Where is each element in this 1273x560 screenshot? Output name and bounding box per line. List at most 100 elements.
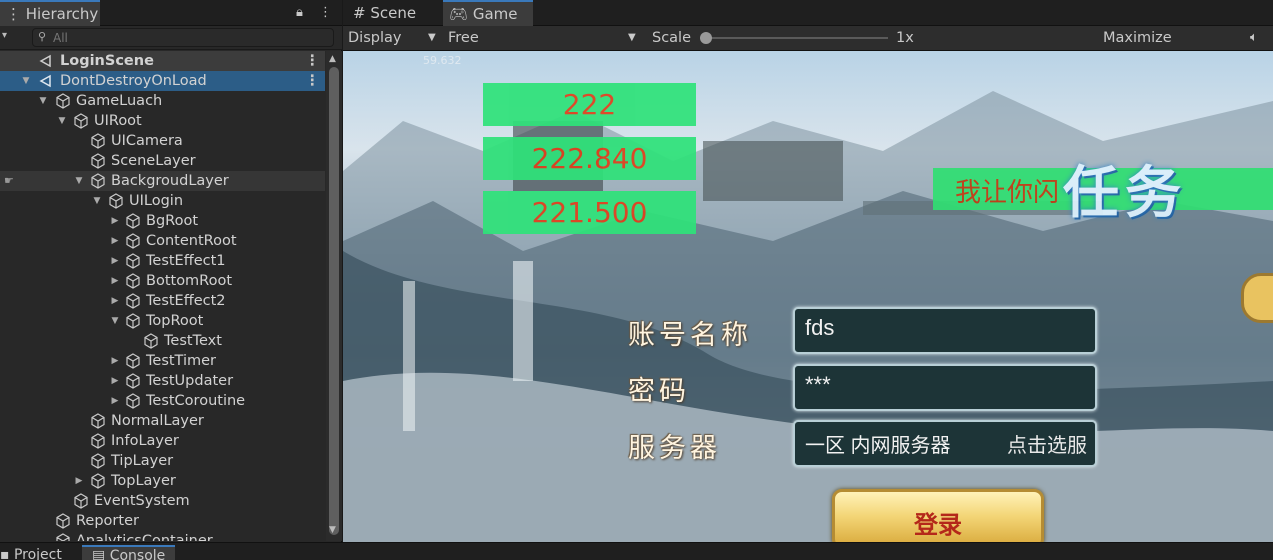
tree-item-bottomroot[interactable]: ▶ BottomRoot (0, 271, 325, 291)
audio-mute-icon[interactable]: 🔈︎ (1250, 26, 1258, 50)
tree-item-testupdater[interactable]: ▶ TestUpdater (0, 371, 325, 391)
gameobject-cube-icon (143, 333, 159, 349)
expand-arrow-icon[interactable]: ▼ (37, 91, 49, 111)
tree-item-gameluach[interactable]: ▼ GameLuach (0, 91, 325, 111)
tree-item-analyticscontainer[interactable]: AnalyticsContainer (0, 531, 325, 541)
grid-icon: # (353, 4, 366, 22)
tree-item-backgroudlayer[interactable]: ☛ ▼ BackgroudLayer (0, 171, 325, 191)
gameobject-cube-icon (125, 373, 141, 389)
login-button[interactable]: 登录 (832, 489, 1044, 542)
tree-item-toproot[interactable]: ▼ TopRoot (0, 311, 325, 331)
tree-item-label: NormalLayer (111, 413, 204, 429)
folder-icon: ▪ (0, 547, 10, 560)
collapse-arrow-icon[interactable]: ▶ (109, 231, 121, 251)
tree-item-uiroot[interactable]: ▼ UIRoot (0, 111, 325, 131)
tab-project-label: Project (13, 547, 62, 560)
gameobject-cube-icon (90, 153, 106, 169)
expand-arrow-icon[interactable]: ▼ (56, 111, 68, 131)
collapse-arrow-icon[interactable]: ▶ (109, 211, 121, 231)
tree-item-label: TestEffect1 (146, 253, 226, 269)
tree-item-infolayer[interactable]: InfoLayer (0, 431, 325, 451)
gameobject-cube-icon (125, 213, 141, 229)
tree-item-scenelayer[interactable]: SceneLayer (0, 151, 325, 171)
tab-scene[interactable]: # Scene (349, 0, 433, 26)
hierarchy-scrollbar[interactable]: ▲ ▼ (326, 51, 342, 541)
banner-title: 任务 (1063, 160, 1187, 226)
tab-scene-label: Scene (370, 4, 417, 22)
tree-item-label: TestEffect2 (146, 293, 226, 309)
tab-console[interactable]: ▤ Console (82, 545, 176, 560)
console-icon: ▤ (92, 548, 106, 560)
gameobject-cube-icon (90, 133, 106, 149)
scrollbar-thumb[interactable] (329, 67, 339, 535)
tree-item-label: BgRoot (146, 213, 199, 229)
account-label: 账号名称 (628, 320, 752, 351)
collapse-arrow-icon[interactable]: ▶ (109, 371, 121, 391)
scene-menu-icon[interactable]: ⋮ (305, 51, 320, 71)
collapse-arrow-icon[interactable]: ▶ (109, 251, 121, 271)
scale-slider-handle[interactable] (700, 32, 712, 44)
password-value: *** (805, 372, 831, 397)
gameobject-cube-icon (125, 273, 141, 289)
number-display: 222.840 (483, 137, 696, 180)
gamepad-icon: 🎮︎ (449, 5, 469, 23)
server-select[interactable]: 一区 内网服务器 点击选服 (793, 420, 1097, 467)
account-field[interactable]: fds (793, 307, 1097, 354)
tree-item-testtext[interactable]: TestText (0, 331, 325, 351)
create-dropdown-button[interactable]: ▾ (2, 30, 7, 41)
search-input[interactable] (53, 30, 323, 45)
tree-item-label: AnalyticsContainer (76, 533, 213, 541)
tree-item-testtimer[interactable]: ▶ TestTimer (0, 351, 325, 371)
scene-row-dontdestroyonload[interactable]: ▼ DontDestroyOnLoad ⋮ (0, 71, 325, 91)
expand-arrow-icon[interactable]: ▼ (109, 311, 121, 331)
tree-item-label: DontDestroyOnLoad (60, 73, 207, 89)
game-panel: # Scene 🎮︎ Game Display 1 ▼ Free Aspect … (343, 0, 1273, 542)
tree-item-tiplayer[interactable]: TipLayer (0, 451, 325, 471)
gameobject-cube-icon (125, 233, 141, 249)
hierarchy-search[interactable]: ⚲ (32, 28, 334, 47)
scroll-down-icon[interactable]: ▼ (329, 525, 336, 535)
tree-item-contentroot[interactable]: ▶ ContentRoot (0, 231, 325, 251)
panel-menu-icon[interactable]: ⋮ (319, 0, 332, 26)
tab-hierarchy[interactable]: ⋮ Hierarchy (0, 0, 100, 26)
tab-game[interactable]: 🎮︎ Game (443, 0, 533, 26)
scale-label: Scale (652, 30, 692, 46)
server-value: 一区 内网服务器 (805, 435, 951, 457)
collapse-arrow-icon[interactable]: ▶ (109, 351, 121, 371)
scroll-up-icon[interactable]: ▲ (329, 54, 336, 64)
tree-item-normallayer[interactable]: NormalLayer (0, 411, 325, 431)
password-field[interactable]: *** (793, 364, 1097, 411)
tree-item-eventsystem[interactable]: EventSystem (0, 491, 325, 511)
tree-item-label: ContentRoot (146, 233, 237, 249)
tree-item-testeffect1[interactable]: ▶ TestEffect1 (0, 251, 325, 271)
tree-item-testcoroutine[interactable]: ▶ TestCoroutine (0, 391, 325, 411)
tree-item-uilogin[interactable]: ▼ UILogin (0, 191, 325, 211)
lock-icon[interactable]: 🔒︎ (296, 0, 303, 26)
collapse-arrow-icon[interactable]: ▶ (73, 471, 85, 491)
scene-menu-icon[interactable]: ⋮ (305, 71, 320, 91)
tree-item-testeffect2[interactable]: ▶ TestEffect2 (0, 291, 325, 311)
gameobject-cube-icon (125, 393, 141, 409)
tree-item-uicamera[interactable]: UICamera (0, 131, 325, 151)
game-viewport[interactable]: 59.632 222 222.840 221.500 我让你闪 任务 账号名称 … (343, 51, 1273, 542)
expand-arrow-icon[interactable]: ▼ (20, 71, 32, 91)
expand-arrow-icon[interactable]: ▼ (91, 191, 103, 211)
tree-item-label: Reporter (76, 513, 139, 529)
tab-project[interactable]: ▪ Project (0, 547, 62, 560)
tree-item-label: TestUpdater (146, 373, 234, 389)
scale-slider-track[interactable] (705, 37, 888, 39)
tree-item-reporter[interactable]: Reporter (0, 511, 325, 531)
tree-item-label: TestText (164, 333, 222, 349)
collapse-arrow-icon[interactable]: ▶ (109, 291, 121, 311)
hierarchy-tab-label: Hierarchy (25, 5, 99, 23)
collapse-arrow-icon[interactable]: ▶ (109, 391, 121, 411)
expand-arrow-icon[interactable]: ▼ (73, 171, 85, 191)
collapse-arrow-icon[interactable]: ▶ (109, 271, 121, 291)
tree-item-bgroot[interactable]: ▶ BgRoot (0, 211, 325, 231)
scene-row-loginscene[interactable]: LoginScene ⋮ (0, 51, 325, 71)
tree-item-label: BottomRoot (146, 273, 233, 289)
tree-item-label: InfoLayer (111, 433, 179, 449)
tree-item-toplayer[interactable]: ▶ TopLayer (0, 471, 325, 491)
hierarchy-tree: LoginScene ⋮ ▼ DontDestroyOnLoad ⋮ ▼ Gam… (0, 51, 325, 541)
gameobject-cube-icon (73, 493, 89, 509)
